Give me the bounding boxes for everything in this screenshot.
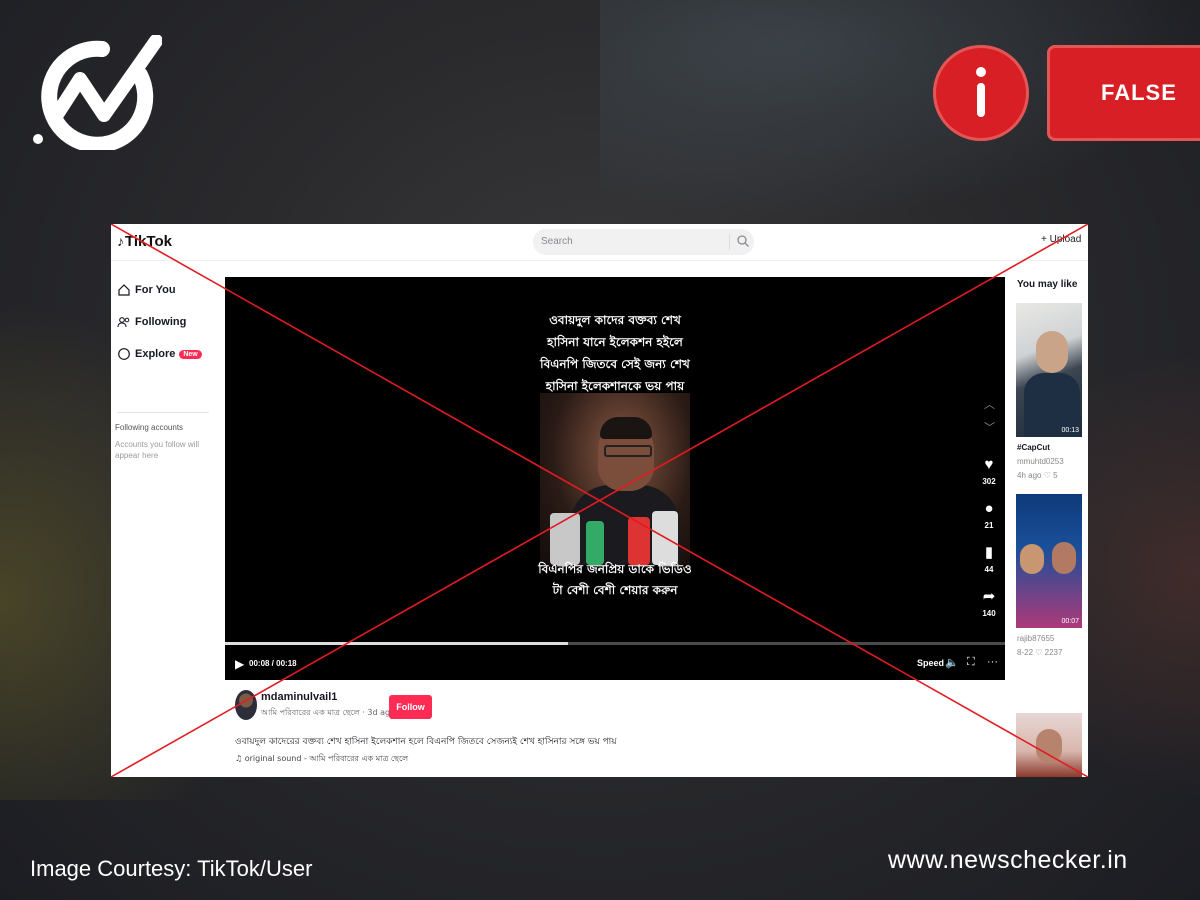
following-accounts-note: Accounts you follow will appear here	[115, 440, 200, 460]
home-icon	[118, 284, 130, 296]
video-meta: mdaminulvail1 আমি পরিবারের এক মাত্র ছেলে…	[225, 680, 1005, 777]
follow-button[interactable]: Follow	[389, 695, 432, 719]
search-input[interactable]: Search	[533, 229, 754, 255]
compass-icon	[118, 348, 130, 360]
video-frame	[540, 393, 690, 565]
info-icon	[933, 45, 1029, 141]
heart-icon: ♥	[984, 456, 994, 473]
tiktok-logo[interactable]: ♪TikTok	[117, 233, 172, 250]
nav-for-you[interactable]: For You	[117, 283, 176, 297]
sidebar: For You Following Explore New Following …	[111, 260, 221, 777]
progress-fill	[225, 642, 569, 645]
caption-line: বিএনপি জিতবে সেই জন্য শেখ	[540, 357, 690, 371]
tiktok-header: ♪TikTok Search + Upload	[111, 224, 1088, 261]
video-description: ওবায়দুল কাদেরের বক্তব্য শেখ হাসিনা ইলেক…	[235, 737, 617, 747]
verdict-label: FALSE	[1047, 45, 1200, 141]
suggested-video-title[interactable]: #CapCut	[1017, 443, 1050, 452]
people-icon	[117, 317, 130, 328]
suggested-video-thumbnail[interactable]: 00:07	[1016, 494, 1082, 628]
suggested-video-meta: 8-22 ♡ 2237	[1017, 648, 1063, 657]
comment-icon: ●	[984, 500, 994, 517]
comment-count: 21	[984, 521, 994, 530]
progress-bar[interactable]	[225, 642, 1005, 645]
newschecker-check-logo-icon	[33, 35, 162, 150]
nav-following[interactable]: Following	[117, 315, 186, 329]
share-count: 140	[982, 609, 996, 618]
video-duration: 00:07	[1061, 618, 1079, 625]
volume-icon[interactable]: 🔈	[945, 656, 959, 669]
caption-line: ওবায়দুল কাদের বক্তব্য শেখ	[549, 313, 681, 327]
you-may-like-title: You may like	[1017, 279, 1078, 290]
username[interactable]: mdaminulvail1	[261, 691, 337, 703]
speed-button[interactable]: Speed	[917, 658, 944, 668]
comment-button[interactable]: ● 21	[977, 500, 1001, 531]
sound-link[interactable]: ♫ original sound - আমি পরিবারের এক মাত্র…	[235, 753, 408, 766]
user-subtitle: আমি পরিবারের এক মাত্র ছেলে · 3d ago	[261, 708, 395, 717]
site-url: www.newschecker.in	[888, 846, 1128, 874]
chevron-down-icon[interactable]: ﹀	[984, 419, 995, 435]
like-count: 302	[982, 477, 996, 486]
suggested-video-meta: 4h ago ♡ 5	[1017, 471, 1058, 480]
like-button[interactable]: ♥ 302	[977, 456, 1001, 487]
video-duration: 00:13	[1061, 427, 1079, 434]
avatar[interactable]	[235, 690, 257, 720]
caption-line: টা বেশী বেশী শেয়ার করুন	[552, 583, 678, 597]
share-icon: ➦	[982, 588, 996, 605]
video-player[interactable]: ওবায়দুল কাদের বক্তব্য শেখ হাসিনা যানে ই…	[225, 277, 1005, 680]
new-badge: New	[179, 349, 202, 359]
image-credit: Image Courtesy: TikTok/User	[30, 856, 313, 881]
bookmark-icon: ▮	[984, 544, 994, 561]
save-count: 44	[984, 565, 994, 574]
save-button[interactable]: ▮ 44	[977, 544, 1001, 575]
chevron-up-icon[interactable]: ︿	[984, 396, 995, 412]
play-icon[interactable]: ▶	[235, 657, 244, 671]
you-may-like-panel: You may like 00:13 #CapCut mmuhtd0253 4h…	[1011, 260, 1088, 777]
search-icon[interactable]	[736, 234, 750, 248]
tiktok-screenshot: ♪TikTok Search + Upload For You Followin…	[111, 224, 1088, 777]
suggested-video-user[interactable]: rajib87655	[1017, 634, 1054, 643]
search-divider	[729, 234, 730, 250]
more-icon[interactable]: ···	[987, 656, 998, 668]
suggested-video-user[interactable]: mmuhtd0253	[1017, 457, 1064, 466]
sidebar-divider	[117, 412, 209, 413]
caption-line: বিএনপির জনপ্রিয় ডাকে ভিডিও	[538, 562, 692, 576]
caption-line: হাসিনা যানে ইলেকশন হইলে	[547, 335, 683, 349]
following-accounts-title: Following accounts	[115, 423, 184, 432]
search-placeholder: Search	[541, 236, 573, 247]
share-button[interactable]: ➦ 140	[977, 588, 1001, 619]
fullscreen-icon[interactable]: ⛶	[967, 656, 975, 669]
time-readout: 00:08 / 00:18	[249, 659, 297, 668]
nav-explore[interactable]: Explore New	[117, 347, 202, 361]
suggested-video-thumbnail[interactable]	[1016, 713, 1082, 777]
suggested-video-thumbnail[interactable]: 00:13	[1016, 303, 1082, 437]
upload-button[interactable]: + Upload	[1041, 234, 1081, 245]
